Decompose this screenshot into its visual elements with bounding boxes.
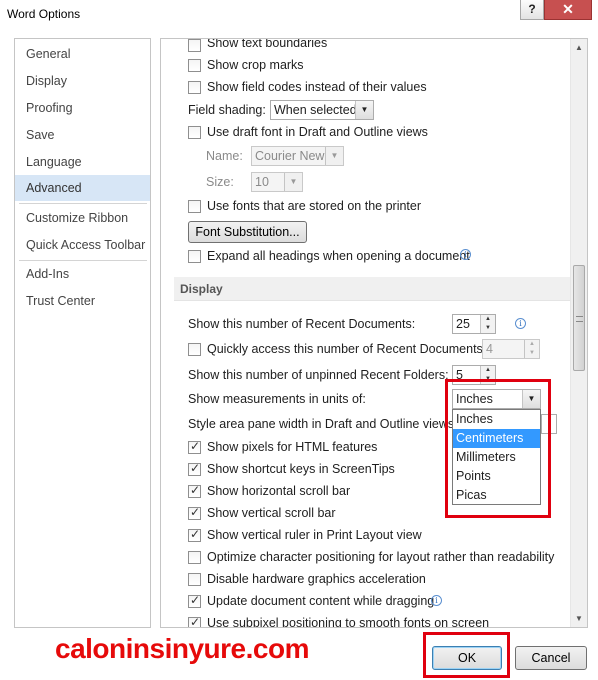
show-pixels-html-checkbox[interactable] (188, 439, 201, 454)
chevron-up-icon[interactable]: ▲ (525, 340, 539, 349)
optimize-character-positioning-checkbox[interactable] (188, 551, 201, 564)
disable-hardware-acceleration-checkbox[interactable] (188, 573, 201, 586)
info-icon[interactable]: i (460, 249, 471, 260)
disable-hardware-acceleration-label: Disable hardware graphics acceleration (207, 572, 426, 586)
chevron-down-icon[interactable]: ▼ (525, 349, 539, 358)
watermark-text: caloninsinyure.com (55, 633, 309, 664)
field-shading-select[interactable]: When selected ▼ (270, 100, 374, 120)
info-icon[interactable]: i (515, 318, 526, 329)
show-text-boundaries-label: Show text boundaries (207, 38, 328, 50)
options-nav: General Display Proofing Save Language A… (14, 38, 151, 628)
show-vertical-ruler-checkbox[interactable] (188, 527, 201, 542)
draft-font-label: Use draft font in Draft and Outline view… (207, 125, 428, 139)
grip-icon (576, 316, 583, 322)
printer-fonts-checkbox[interactable] (188, 200, 201, 213)
draft-font-checkbox[interactable] (188, 126, 201, 139)
nav-item-proofing[interactable]: Proofing (15, 95, 150, 121)
recent-documents-label: Show this number of Recent Documents: (188, 317, 416, 331)
show-horizontal-scrollbar-label: Show horizontal scroll bar (207, 484, 351, 498)
chevron-up-icon[interactable]: ▲ (481, 366, 495, 375)
chevron-down-icon: ▼ (284, 173, 302, 191)
chevron-down-icon[interactable]: ▼ (481, 324, 495, 333)
chevron-down-icon: ▼ (355, 101, 373, 119)
nav-item-display[interactable]: Display (15, 68, 150, 94)
advanced-options-pane: Show text boundaries Show crop marks Sho… (160, 38, 588, 628)
style-area-width-label: Style area pane width in Draft and Outli… (188, 417, 458, 431)
field-shading-value: When selected (274, 103, 357, 117)
nav-divider (19, 203, 147, 204)
measurement-units-label: Show measurements in units of: (188, 392, 366, 406)
show-text-boundaries-checkbox[interactable] (188, 39, 201, 52)
show-field-codes-checkbox[interactable] (188, 81, 201, 94)
close-button[interactable]: ✕ (544, 0, 592, 20)
quick-access-recent-spinner[interactable]: 4 ▲ ▼ (482, 339, 540, 359)
chevron-down-icon: ▼ (325, 147, 343, 165)
show-shortcut-keys-checkbox[interactable] (188, 461, 201, 476)
spinner-arrows[interactable]: ▲ ▼ (524, 340, 539, 358)
update-content-dragging-checkbox[interactable] (188, 593, 201, 608)
field-shading-label: Field shading: (188, 103, 266, 117)
title-bar: Word Options ? ✕ (0, 0, 598, 30)
show-field-codes-label: Show field codes instead of their values (207, 80, 427, 94)
nav-item-advanced[interactable]: Advanced (15, 175, 150, 201)
nav-item-customize-ribbon[interactable]: Customize Ribbon (15, 205, 150, 231)
show-crop-marks-label: Show crop marks (207, 58, 304, 72)
show-vertical-scrollbar-checkbox[interactable] (188, 505, 201, 520)
expand-headings-checkbox[interactable] (188, 250, 201, 263)
quick-access-recent-label: Quickly access this number of Recent Doc… (207, 342, 487, 356)
size-label: Size: (206, 175, 234, 189)
recent-documents-value: 25 (456, 317, 470, 331)
vertical-scrollbar[interactable]: ▲ ▼ (570, 39, 587, 627)
name-label: Name: (206, 149, 243, 163)
scrollbar-thumb[interactable] (573, 265, 585, 371)
expand-headings-label: Expand all headings when opening a docum… (207, 249, 470, 263)
update-content-dragging-label: Update document content while dragging (207, 594, 435, 608)
show-horizontal-scrollbar-checkbox[interactable] (188, 483, 201, 498)
subpixel-positioning-checkbox[interactable] (188, 615, 201, 627)
recent-folders-label: Show this number of unpinned Recent Fold… (188, 368, 449, 382)
highlight-box-dropdown (445, 379, 551, 518)
nav-item-trust-center[interactable]: Trust Center (15, 288, 150, 314)
quick-access-recent-value: 4 (486, 342, 493, 356)
info-icon[interactable]: i (431, 595, 442, 606)
help-button[interactable]: ? (520, 0, 544, 20)
subpixel-positioning-label: Use subpixel positioning to smooth fonts… (207, 616, 490, 628)
scroll-up-icon[interactable]: ▲ (571, 39, 587, 56)
quick-access-recent-checkbox[interactable] (188, 343, 201, 356)
cancel-button[interactable]: Cancel (515, 646, 587, 670)
nav-item-language[interactable]: Language (15, 149, 150, 175)
show-crop-marks-checkbox[interactable] (188, 59, 201, 72)
scroll-down-icon[interactable]: ▼ (571, 610, 587, 627)
show-pixels-html-label: Show pixels for HTML features (207, 440, 378, 454)
font-substitution-button[interactable]: Font Substitution... (188, 221, 307, 243)
draft-font-name-select[interactable]: Courier New ▼ (251, 146, 344, 166)
display-section-header: Display (174, 277, 572, 301)
recent-documents-spinner[interactable]: 25 ▲ ▼ (452, 314, 496, 334)
spinner-arrows[interactable]: ▲ ▼ (480, 315, 495, 333)
nav-item-general[interactable]: General (15, 41, 150, 67)
nav-item-quick-access-toolbar[interactable]: Quick Access Toolbar (15, 232, 150, 258)
printer-fonts-label: Use fonts that are stored on the printer (207, 199, 422, 213)
show-vertical-scrollbar-label: Show vertical scroll bar (207, 506, 336, 520)
window-title: Word Options (7, 7, 81, 21)
show-vertical-ruler-label: Show vertical ruler in Print Layout view (207, 528, 422, 542)
draft-font-size-select[interactable]: 10 ▼ (251, 172, 303, 192)
ok-button[interactable]: OK (432, 646, 502, 670)
draft-font-size-value: 10 (255, 175, 269, 189)
nav-item-save[interactable]: Save (15, 122, 150, 148)
draft-font-name-value: Courier New (255, 149, 325, 163)
chevron-up-icon[interactable]: ▲ (481, 315, 495, 324)
optimize-character-positioning-label: Optimize character positioning for layou… (207, 550, 555, 564)
show-shortcut-keys-label: Show shortcut keys in ScreenTips (207, 462, 395, 476)
nav-item-add-ins[interactable]: Add-Ins (15, 261, 150, 287)
